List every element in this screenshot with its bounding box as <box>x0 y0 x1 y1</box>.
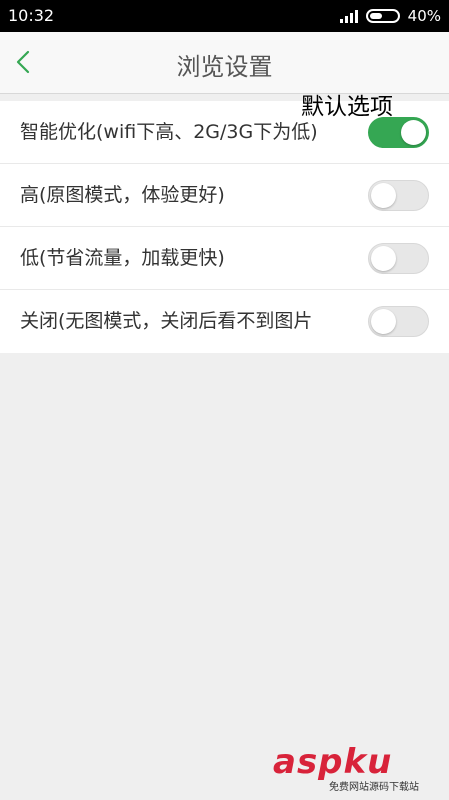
setting-row-low[interactable]: 低(节省流量，加载更快) <box>0 227 449 290</box>
status-indicators: 40% <box>339 6 441 26</box>
status-time: 10:32 <box>8 6 55 25</box>
page-title: 浏览设置 <box>176 53 273 81</box>
default-option-annotation: 默认选项 <box>301 94 393 120</box>
app-header: 浏览设置 <box>0 32 449 94</box>
toggle-switch[interactable] <box>368 243 429 274</box>
signal-icon <box>339 9 358 23</box>
status-bar: 10:32 40% <box>0 0 449 32</box>
setting-label: 低(节省流量，加载更快) <box>20 247 225 269</box>
toggle-knob <box>371 246 396 271</box>
battery-icon <box>365 9 400 23</box>
setting-row-high[interactable]: 高(原图模式，体验更好) <box>0 164 449 227</box>
watermark-logo: aspku 免费网站源码下载站 <box>273 742 443 793</box>
setting-label: 关闭(无图模式，关闭后看不到图片 <box>20 310 313 332</box>
toggle-knob <box>371 309 396 334</box>
setting-row-off[interactable]: 关闭(无图模式，关闭后看不到图片 <box>0 290 449 353</box>
settings-list: 智能优化(wifi下高、2G/3G下为低) 高(原图模式，体验更好) 低(节省流… <box>0 101 449 353</box>
toggle-switch[interactable] <box>368 306 429 337</box>
setting-label: 高(原图模式，体验更好) <box>20 184 225 206</box>
toggle-knob <box>401 120 426 145</box>
toggle-knob <box>371 183 396 208</box>
toggle-switch[interactable] <box>368 117 429 148</box>
watermark-text: aspku <box>273 742 393 782</box>
toggle-switch[interactable] <box>368 180 429 211</box>
watermark-subtext: 免费网站源码下载站 <box>329 782 419 793</box>
battery-percent: 40% <box>407 7 441 25</box>
